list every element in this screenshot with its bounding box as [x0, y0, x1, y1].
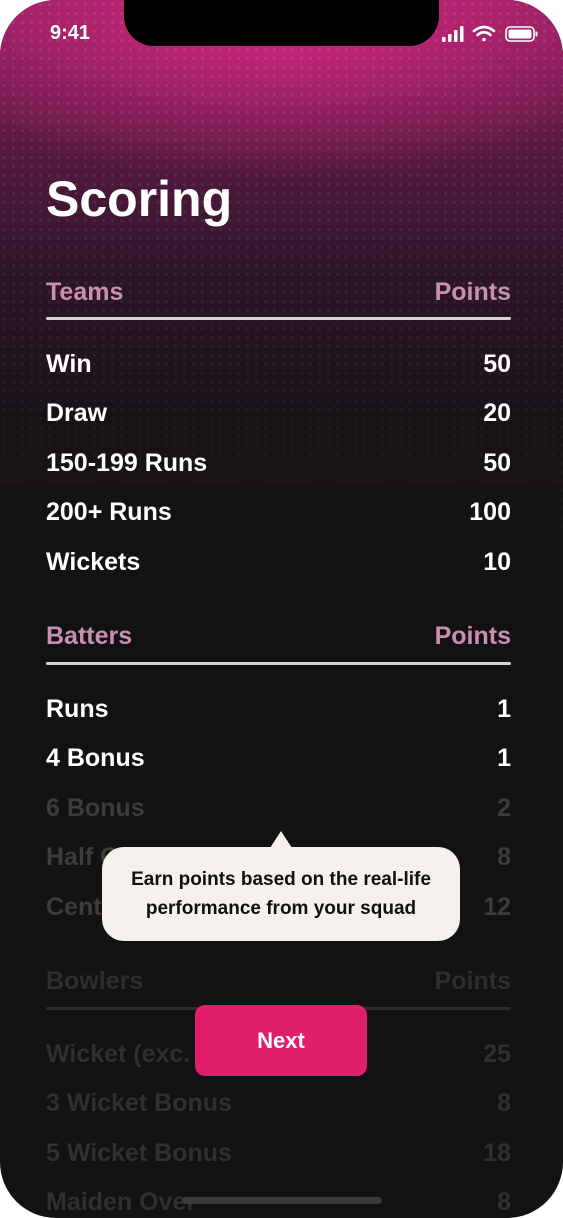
score-row-points: 20 [483, 399, 511, 427]
tooltip-text: Earn points based on the real-life perfo… [131, 869, 431, 919]
bowlers-header: Bowlers Points [46, 967, 511, 997]
score-row: 200+ Runs 100 [46, 498, 511, 530]
score-row: 150-199 Runs 50 [46, 449, 511, 481]
bowlers-points-header: Points [434, 967, 511, 995]
score-row-label: Cent [46, 893, 102, 921]
score-row-label: Wickets [46, 548, 141, 576]
score-row-label: 200+ Runs [46, 498, 172, 526]
teams-header: Teams Points [46, 278, 511, 308]
score-row-label: 3 Wicket Bonus [46, 1089, 232, 1117]
teams-points-header: Points [434, 278, 511, 306]
batters-points-header: Points [434, 622, 511, 650]
score-row-label: 4 Bonus [46, 744, 145, 772]
score-row-points: 8 [497, 1188, 511, 1216]
score-row-label: 5 Wicket Bonus [46, 1139, 232, 1167]
score-row: 4 Bonus 1 [46, 744, 511, 776]
signal-icon [442, 26, 464, 42]
tooltip-arrow [270, 831, 292, 848]
score-row: Draw 20 [46, 399, 511, 431]
score-row-points: 100 [469, 498, 511, 526]
onboarding-tooltip: Earn points based on the real-life perfo… [102, 847, 460, 941]
score-row-points: 10 [483, 548, 511, 576]
score-row: 6 Bonus 2 [46, 794, 511, 826]
score-row: Wickets 10 [46, 548, 511, 580]
score-row-points: 1 [497, 695, 511, 723]
score-row-label: Maiden Over [46, 1188, 197, 1216]
score-row: Runs 1 [46, 695, 511, 727]
batters-divider [46, 662, 511, 665]
score-row-label: Runs [46, 695, 109, 723]
score-row-points: 18 [483, 1139, 511, 1167]
score-row-points: 8 [497, 1089, 511, 1117]
score-row-points: 50 [483, 350, 511, 378]
teams-header-label: Teams [46, 278, 124, 306]
score-row: Win 50 [46, 350, 511, 382]
home-indicator [182, 1197, 382, 1204]
notch [124, 0, 439, 46]
battery-icon [505, 26, 538, 42]
teams-divider [46, 317, 511, 320]
status-time: 9:41 [50, 22, 91, 44]
score-row-points: 12 [483, 893, 511, 921]
score-row: 3 Wicket Bonus 8 [46, 1089, 511, 1121]
score-row-label: Wicket (exc. [46, 1040, 191, 1068]
score-row-points: 25 [483, 1040, 511, 1068]
batters-header-label: Batters [46, 622, 133, 650]
status-icons [442, 25, 538, 42]
batters-header: Batters Points [46, 622, 511, 652]
score-row-label: 150-199 Runs [46, 449, 208, 477]
score-row-label: Draw [46, 399, 108, 427]
score-row-label: 6 Bonus [46, 794, 145, 822]
page-title: Scoring [46, 171, 233, 227]
score-row-label: Win [46, 350, 92, 378]
score-row-points: 50 [483, 449, 511, 477]
score-row: 5 Wicket Bonus 18 [46, 1139, 511, 1171]
bowlers-header-label: Bowlers [46, 967, 144, 995]
wifi-icon [472, 25, 496, 42]
next-button[interactable]: Next [195, 1005, 367, 1076]
score-row-points: 2 [497, 794, 511, 822]
score-row-points: 1 [497, 744, 511, 772]
phone-screen: 9:41 Scoring Teams Points Win 50 Draw 20 [0, 0, 563, 1218]
score-row-points: 8 [497, 843, 511, 871]
